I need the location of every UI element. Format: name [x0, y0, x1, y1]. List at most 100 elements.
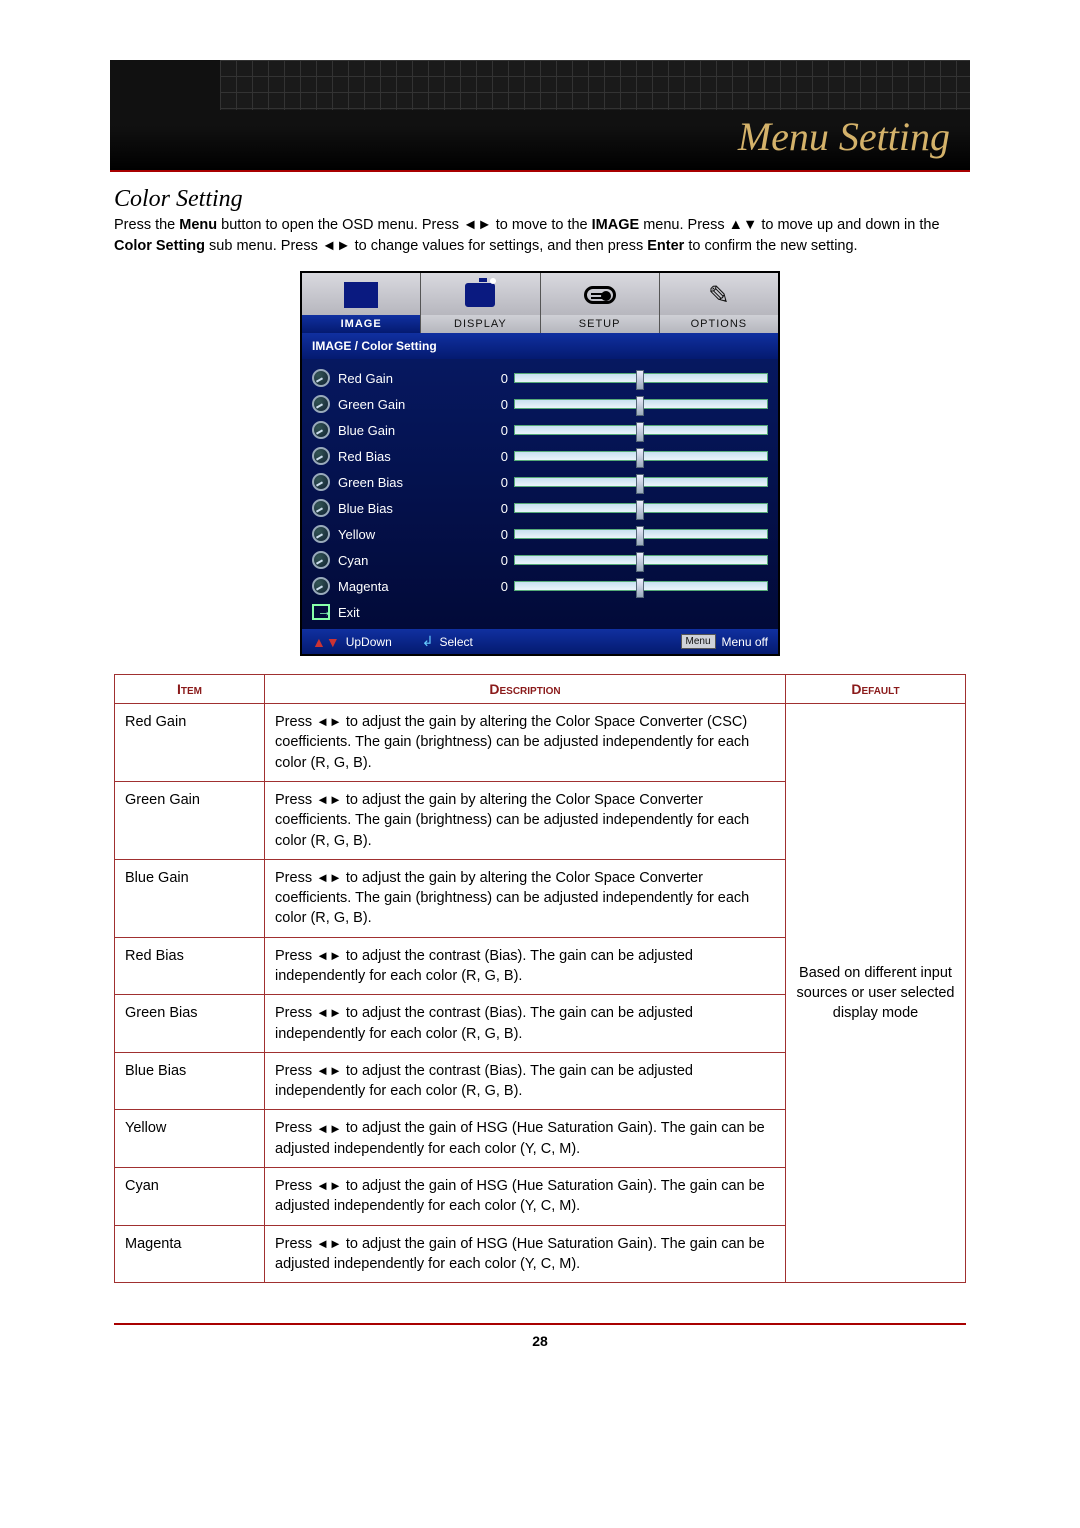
- knob-icon: [312, 369, 330, 387]
- osd-row-value: 0: [478, 423, 508, 438]
- osd-tab-display[interactable]: DISPLAY: [420, 273, 539, 333]
- slider[interactable]: [514, 581, 768, 591]
- text-bold: Menu: [179, 217, 217, 233]
- slider[interactable]: [514, 399, 768, 409]
- text: Press: [275, 1236, 316, 1252]
- text: to adjust the gain by altering the Color…: [275, 714, 749, 771]
- osd-row-blue-gain[interactable]: Blue Gain0: [312, 417, 768, 443]
- knob-icon: [312, 577, 330, 595]
- text: to adjust the gain by altering the Color…: [275, 792, 749, 849]
- text: to adjust the gain of HSG (Hue Saturatio…: [275, 1178, 765, 1214]
- knob-icon: [312, 447, 330, 465]
- osd-row-value: 0: [478, 553, 508, 568]
- cell-desc: Press ◄► to adjust the gain of HSG (Hue …: [265, 1225, 786, 1283]
- cell-desc: Press ◄► to adjust the contrast (Bias). …: [265, 1052, 786, 1110]
- osd-row-label: Yellow: [338, 527, 478, 542]
- osd-row-label: Magenta: [338, 579, 478, 594]
- slider[interactable]: [514, 425, 768, 435]
- osd-tab-label: SETUP: [541, 315, 659, 333]
- left-right-icon: ◄►: [316, 947, 342, 965]
- osd-row-red-gain[interactable]: Red Gain0: [312, 365, 768, 391]
- cell-desc: Press ◄► to adjust the gain by altering …: [265, 859, 786, 937]
- osd-row-magenta[interactable]: Magenta0: [312, 573, 768, 599]
- text: to adjust the gain of HSG (Hue Saturatio…: [275, 1120, 765, 1156]
- slider[interactable]: [514, 503, 768, 513]
- text: to adjust the gain by altering the Color…: [275, 870, 749, 927]
- text-bold: Enter: [647, 238, 684, 254]
- left-right-icon: ◄►: [316, 713, 342, 731]
- image-tab-icon: [340, 277, 382, 313]
- cell-desc: Press ◄► to adjust the gain of HSG (Hue …: [265, 1168, 786, 1226]
- options-tab-icon: ✎: [698, 277, 740, 313]
- text-bold: Color Setting: [114, 238, 205, 254]
- osd-footer: ▲▼UpDown ↲Select MenuMenu off: [302, 629, 778, 654]
- text: Press: [275, 870, 316, 886]
- text: Press: [275, 1063, 316, 1079]
- cell-default: Based on different input sources or user…: [786, 704, 966, 1283]
- banner-title: Menu Setting: [738, 113, 950, 160]
- footer-rule: [114, 1323, 966, 1325]
- left-right-icon: ◄►: [316, 1062, 342, 1080]
- osd-row-label: Red Gain: [338, 371, 478, 386]
- cell-item: Blue Bias: [115, 1052, 265, 1110]
- slider[interactable]: [514, 477, 768, 487]
- text: menu. Press: [639, 217, 728, 233]
- osd-tab-image[interactable]: IMAGE: [302, 273, 420, 333]
- text: button to open the OSD menu. Press: [217, 217, 463, 233]
- left-right-icon: ◄►: [316, 1177, 342, 1195]
- footer-select: ↲Select: [422, 633, 473, 650]
- col-item: Item: [115, 675, 265, 704]
- footer-label: UpDown: [346, 635, 392, 649]
- text: Press: [275, 1120, 316, 1136]
- osd-row-label: Exit: [338, 605, 478, 620]
- slider[interactable]: [514, 555, 768, 565]
- footer-menuoff: MenuMenu off: [681, 634, 769, 649]
- osd-row-red-bias[interactable]: Red Bias0: [312, 443, 768, 469]
- cell-item: Cyan: [115, 1168, 265, 1226]
- header-banner: Menu Setting: [110, 60, 970, 170]
- osd-row-label: Red Bias: [338, 449, 478, 464]
- osd-tab-setup[interactable]: SETUP: [540, 273, 659, 333]
- slider[interactable]: [514, 373, 768, 383]
- cell-item: Green Bias: [115, 995, 265, 1053]
- osd-row-green-bias[interactable]: Green Bias0: [312, 469, 768, 495]
- banner-grid: [220, 60, 970, 110]
- cell-item: Yellow: [115, 1110, 265, 1168]
- text: to move up and down in the: [761, 217, 939, 233]
- cell-desc: Press ◄► to adjust the gain by altering …: [265, 704, 786, 782]
- knob-icon: [312, 395, 330, 413]
- spec-table: Item Description Default Red Gain Press …: [114, 674, 966, 1283]
- osd-row-value: 0: [478, 527, 508, 542]
- text: Press: [275, 1005, 316, 1021]
- setup-tab-icon: [579, 277, 621, 313]
- osd-row-green-gain[interactable]: Green Gain0: [312, 391, 768, 417]
- cell-desc: Press ◄► to adjust the contrast (Bias). …: [265, 995, 786, 1053]
- osd-row-cyan[interactable]: Cyan0: [312, 547, 768, 573]
- text: to move to the: [492, 217, 592, 233]
- osd-tab-options[interactable]: ✎ OPTIONS: [659, 273, 778, 333]
- osd-row-blue-bias[interactable]: Blue Bias0: [312, 495, 768, 521]
- intro-paragraph: Press the Menu button to open the OSD me…: [114, 215, 966, 257]
- text: Press: [275, 714, 316, 730]
- osd-row-exit[interactable]: Exit: [312, 599, 768, 625]
- text: Press: [275, 1178, 316, 1194]
- left-right-icon: ◄►: [322, 238, 351, 254]
- knob-icon: [312, 499, 330, 517]
- osd-row-label: Cyan: [338, 553, 478, 568]
- text: Press: [275, 792, 316, 808]
- slider[interactable]: [514, 451, 768, 461]
- up-down-icon: ▲▼: [729, 217, 758, 233]
- slider[interactable]: [514, 529, 768, 539]
- knob-icon: [312, 551, 330, 569]
- osd-tab-label: DISPLAY: [421, 315, 539, 333]
- osd-tab-label: IMAGE: [302, 315, 420, 333]
- text: to adjust the gain of HSG (Hue Saturatio…: [275, 1236, 765, 1272]
- osd-row-yellow[interactable]: Yellow0: [312, 521, 768, 547]
- menu-badge: Menu: [681, 634, 716, 649]
- osd-row-value: 0: [478, 371, 508, 386]
- osd-row-label: Blue Gain: [338, 423, 478, 438]
- exit-icon: [312, 604, 330, 620]
- left-right-icon: ◄►: [316, 1004, 342, 1022]
- text: Press the: [114, 217, 179, 233]
- enter-icon: ↲: [422, 633, 434, 650]
